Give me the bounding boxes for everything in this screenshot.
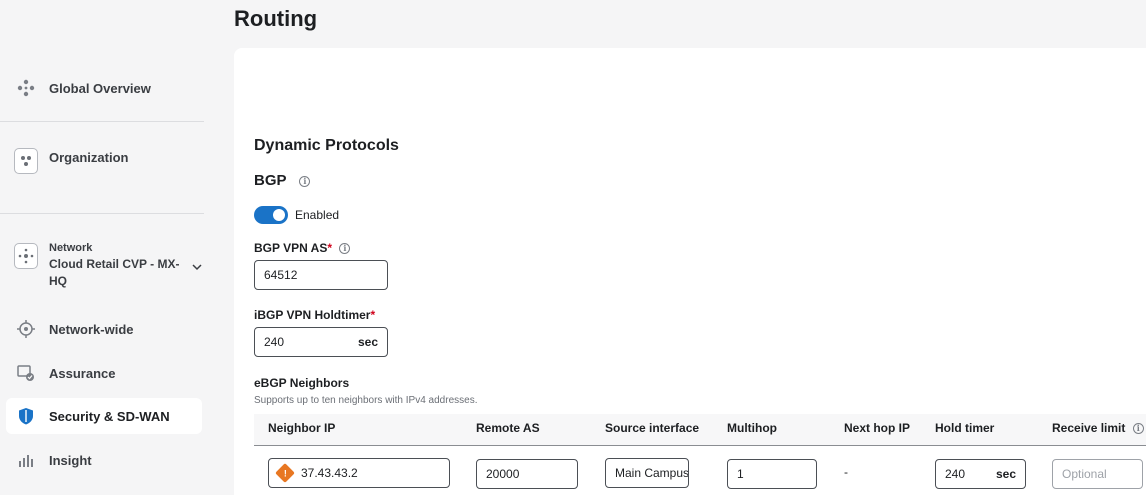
bar-chart-icon xyxy=(14,448,38,472)
sidebar-item-organization[interactable]: Organization xyxy=(6,144,202,184)
network-name: Cloud Retail CVP - MX-HQ xyxy=(49,257,180,288)
sidebar-divider xyxy=(0,213,204,214)
remote-as-input[interactable]: 20000 xyxy=(476,459,578,489)
sidebar-item-network-wide[interactable]: Network-wide xyxy=(6,315,202,343)
column-header-remote-as: Remote AS xyxy=(476,421,540,435)
remote-as-value: 20000 xyxy=(486,467,520,481)
multihop-value: 1 xyxy=(737,467,744,481)
holdtimer-value: 240 xyxy=(264,335,285,349)
sidebar-divider xyxy=(0,121,204,122)
holdtimer-label: iBGP VPN Holdtimer* xyxy=(254,308,375,322)
section-title: Dynamic Protocols xyxy=(254,137,399,154)
receive-limit-label: Receive limit xyxy=(1052,421,1126,435)
network-wide-icon xyxy=(14,317,38,341)
assurance-icon xyxy=(14,361,38,385)
sidebar-item-assurance[interactable]: Assurance xyxy=(6,359,202,387)
global-overview-icon xyxy=(14,76,38,100)
column-header-hold-timer: Hold timer xyxy=(935,421,995,435)
vpn-as-label-text: BGP VPN AS xyxy=(254,241,328,255)
multihop-input[interactable]: 1 xyxy=(727,459,817,489)
warning-icon: ! xyxy=(275,463,295,483)
source-interface-value: Main Campus xyxy=(615,466,689,480)
info-icon[interactable]: i xyxy=(299,176,311,187)
holdtimer-input[interactable]: 240 sec xyxy=(254,327,388,357)
routing-panel: Dynamic Protocols BGP i Enabled BGP VPN … xyxy=(234,48,1146,495)
organization-icon xyxy=(14,148,38,174)
table-header-row xyxy=(254,414,1146,445)
source-interface-select[interactable]: Main Campus xyxy=(605,458,689,488)
shield-icon xyxy=(14,404,38,428)
network-label: Network xyxy=(49,242,93,254)
vpn-as-label: BGP VPN AS* i xyxy=(254,241,351,255)
sidebar: Global Overview Organization Network Clo… xyxy=(0,0,210,495)
receive-limit-input[interactable]: Optional xyxy=(1052,459,1143,489)
bgp-toggle-label: Enabled xyxy=(295,208,340,222)
sidebar-item-global-overview[interactable]: Global Overview xyxy=(6,74,202,102)
holdtimer-label-text: iBGP VPN Holdtimer xyxy=(254,308,371,322)
neighbor-ip-input[interactable]: ! 37.43.43.2 xyxy=(268,458,450,488)
holdtimer-unit: sec xyxy=(357,335,378,349)
neighbor-ip-value: 37.43.43.2 xyxy=(301,466,358,480)
hold-timer-unit: sec xyxy=(995,467,1016,481)
vpn-as-input[interactable]: 64512 xyxy=(254,260,388,290)
sidebar-item-security-sdwan[interactable]: Security & SD-WAN xyxy=(6,398,202,434)
bgp-title: BGP xyxy=(254,172,287,189)
next-hop-ip-value: - xyxy=(844,465,848,479)
network-icon xyxy=(14,243,38,269)
column-header-receive-limit: Receive limit i xyxy=(1052,421,1144,435)
required-mark: * xyxy=(327,241,333,255)
toggle-knob xyxy=(273,209,285,221)
sidebar-item-label: Network-wide xyxy=(49,321,134,337)
hold-timer-input[interactable]: 240 sec xyxy=(935,459,1026,489)
sidebar-item-label: Organization xyxy=(49,150,129,165)
sidebar-item-label: Security & SD-WAN xyxy=(49,408,170,424)
column-header-multihop: Multihop xyxy=(727,421,777,435)
chevron-down-icon xyxy=(192,258,202,276)
ebgp-helper-text: Supports up to ten neighbors with IPv4 a… xyxy=(254,395,478,406)
vpn-as-value: 64512 xyxy=(264,268,298,282)
info-icon[interactable]: i xyxy=(339,243,351,254)
column-header-source-interface: Source interface xyxy=(605,421,700,435)
receive-limit-placeholder: Optional xyxy=(1062,467,1107,481)
sidebar-item-insight[interactable]: Insight xyxy=(6,446,202,474)
sidebar-item-label: Global Overview xyxy=(49,80,151,96)
bgp-enabled-toggle[interactable] xyxy=(254,206,288,224)
column-header-neighbor-ip: Neighbor IP xyxy=(268,421,336,435)
required-mark: * xyxy=(370,308,376,322)
page-title: Routing xyxy=(234,6,318,31)
sidebar-item-label: Insight xyxy=(49,452,92,468)
hold-timer-value: 240 xyxy=(945,467,966,481)
column-header-next-hop-ip: Next hop IP xyxy=(844,421,911,435)
ebgp-title: eBGP Neighbors xyxy=(254,376,350,390)
bgp-heading: BGP i xyxy=(254,172,311,189)
sidebar-item-label: Assurance xyxy=(49,365,116,381)
info-icon[interactable]: i xyxy=(1132,423,1144,434)
table-header-divider xyxy=(254,445,1146,446)
network-selector[interactable]: Network Cloud Retail CVP - MX-HQ xyxy=(6,238,202,294)
